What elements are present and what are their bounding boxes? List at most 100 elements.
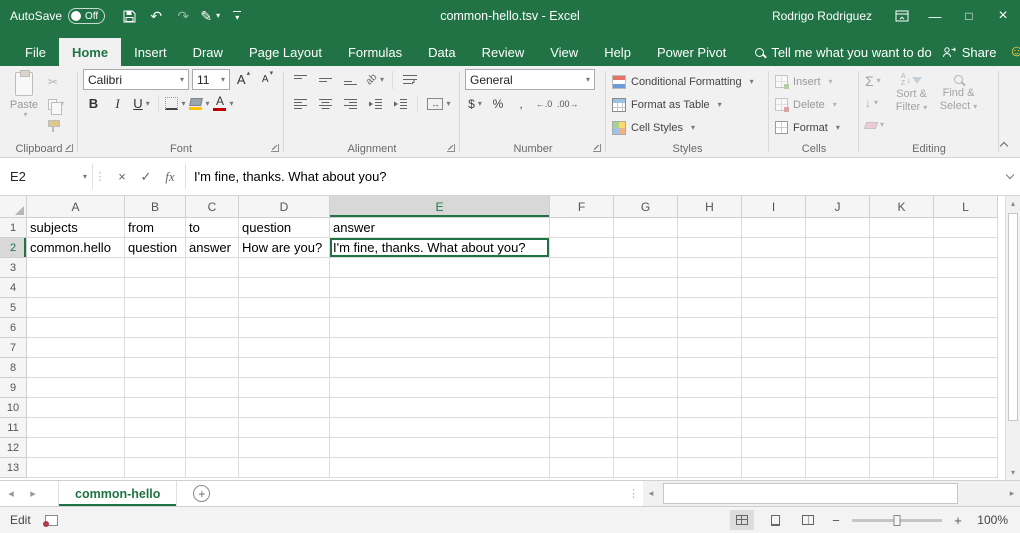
cell-H5[interactable]	[678, 298, 742, 318]
paste-button[interactable]: Paste ▾	[2, 69, 46, 140]
ribbon-display-options-button[interactable]	[886, 0, 918, 32]
cell-G4[interactable]	[614, 278, 678, 298]
cell-H2[interactable]	[678, 238, 742, 258]
cell-B6[interactable]	[125, 318, 186, 338]
comma-style-button[interactable]: ,	[511, 93, 531, 114]
column-header-L[interactable]: L	[934, 196, 998, 218]
column-header-K[interactable]: K	[870, 196, 934, 218]
cell-D6[interactable]	[239, 318, 330, 338]
pen-button[interactable]: ✎▾	[198, 3, 222, 29]
record-macro-icon[interactable]	[45, 515, 58, 526]
cell-C13[interactable]	[186, 458, 239, 478]
cell-B7[interactable]	[125, 338, 186, 358]
orientation-button[interactable]: ab▾	[364, 69, 386, 90]
cell-D3[interactable]	[239, 258, 330, 278]
decrease-indent-button[interactable]	[364, 93, 386, 114]
horizontal-scrollbar[interactable]	[659, 481, 1004, 506]
cell-I10[interactable]	[742, 398, 806, 418]
cell-A9[interactable]	[27, 378, 125, 398]
new-sheet-button[interactable]: +	[193, 485, 210, 502]
cell-E10[interactable]	[330, 398, 550, 418]
cell-C1[interactable]: to	[186, 218, 239, 238]
cell-A1[interactable]: subjects	[27, 218, 125, 238]
cell-K5[interactable]	[870, 298, 934, 318]
cell-F12[interactable]	[550, 438, 614, 458]
cell-J11[interactable]	[806, 418, 870, 438]
cell-K11[interactable]	[870, 418, 934, 438]
cell-B2[interactable]: question	[125, 238, 186, 258]
cell-B8[interactable]	[125, 358, 186, 378]
row-header-12[interactable]: 12	[0, 438, 27, 458]
underline-button[interactable]: U▾	[131, 93, 152, 114]
align-left-button[interactable]	[289, 93, 311, 114]
cell-F2[interactable]	[550, 238, 614, 258]
cell-C4[interactable]	[186, 278, 239, 298]
cell-E8[interactable]	[330, 358, 550, 378]
cell-I9[interactable]	[742, 378, 806, 398]
cell-E13[interactable]	[330, 458, 550, 478]
cell-L1[interactable]	[934, 218, 998, 238]
cell-I2[interactable]	[742, 238, 806, 258]
cell-B3[interactable]	[125, 258, 186, 278]
cell-I11[interactable]	[742, 418, 806, 438]
number-format-combo[interactable]: General▾	[465, 69, 595, 90]
fill-button[interactable]: ↓▾	[863, 93, 886, 113]
minimize-button[interactable]: —	[918, 0, 952, 32]
tab-review[interactable]: Review	[469, 38, 538, 66]
cell-A3[interactable]	[27, 258, 125, 278]
row-header-5[interactable]: 5	[0, 298, 27, 318]
cell-G12[interactable]	[614, 438, 678, 458]
row-header-8[interactable]: 8	[0, 358, 27, 378]
cell-B11[interactable]	[125, 418, 186, 438]
tab-page-layout[interactable]: Page Layout	[236, 38, 335, 66]
cell-C6[interactable]	[186, 318, 239, 338]
cell-G1[interactable]	[614, 218, 678, 238]
cell-J2[interactable]	[806, 238, 870, 258]
column-header-E[interactable]: E	[330, 196, 550, 218]
cell-J13[interactable]	[806, 458, 870, 478]
cell-L8[interactable]	[934, 358, 998, 378]
increase-decimal-button[interactable]: ←.0	[534, 93, 554, 114]
cell-E2[interactable]: I'm fine, thanks. What about you?	[330, 238, 550, 258]
cell-K13[interactable]	[870, 458, 934, 478]
formula-bar-resize-handle[interactable]: ⋮	[93, 158, 107, 195]
cell-B13[interactable]	[125, 458, 186, 478]
fill-color-button[interactable]: ▾	[189, 93, 210, 114]
cell-C2[interactable]: answer	[186, 238, 239, 258]
tab-formulas[interactable]: Formulas	[335, 38, 415, 66]
cell-J8[interactable]	[806, 358, 870, 378]
cell-F9[interactable]	[550, 378, 614, 398]
cell-G5[interactable]	[614, 298, 678, 318]
cell-C9[interactable]	[186, 378, 239, 398]
align-bottom-button[interactable]	[339, 69, 361, 90]
save-button[interactable]	[117, 3, 141, 29]
insert-function-button[interactable]: fx	[159, 166, 181, 188]
cell-H7[interactable]	[678, 338, 742, 358]
vertical-scrollbar[interactable]: ▴ ▾	[1005, 196, 1020, 480]
cell-J6[interactable]	[806, 318, 870, 338]
cell-H11[interactable]	[678, 418, 742, 438]
cell-A2[interactable]: common.hello	[27, 238, 125, 258]
cell-D5[interactable]	[239, 298, 330, 318]
share-button[interactable]: Share	[932, 38, 1007, 66]
cell-L10[interactable]	[934, 398, 998, 418]
percent-style-button[interactable]: %	[488, 93, 508, 114]
cell-C7[interactable]	[186, 338, 239, 358]
cell-J10[interactable]	[806, 398, 870, 418]
cell-K12[interactable]	[870, 438, 934, 458]
cell-D9[interactable]	[239, 378, 330, 398]
increase-indent-button[interactable]	[389, 93, 411, 114]
page-break-view-button[interactable]	[796, 510, 820, 530]
cell-L2[interactable]	[934, 238, 998, 258]
cell-A5[interactable]	[27, 298, 125, 318]
find-select-button[interactable]: Find & Select▾	[935, 69, 982, 140]
tab-home[interactable]: Home	[59, 38, 121, 66]
delete-cells-button[interactable]: Delete ▾	[775, 94, 840, 115]
cell-E1[interactable]: answer	[330, 218, 550, 238]
row-header-7[interactable]: 7	[0, 338, 27, 358]
vscroll-up-arrow[interactable]: ▴	[1006, 196, 1020, 211]
cell-A7[interactable]	[27, 338, 125, 358]
cell-J4[interactable]	[806, 278, 870, 298]
cell-I8[interactable]	[742, 358, 806, 378]
cell-F13[interactable]	[550, 458, 614, 478]
